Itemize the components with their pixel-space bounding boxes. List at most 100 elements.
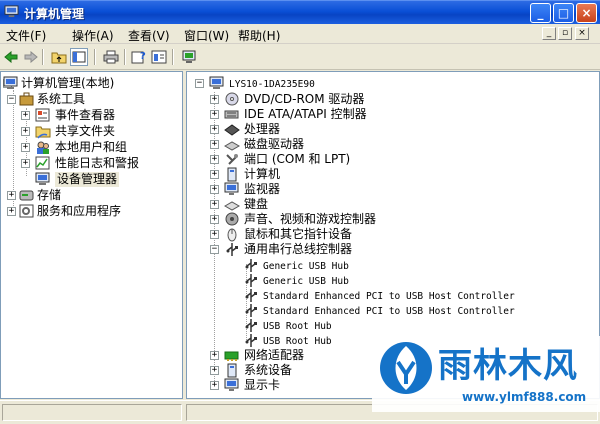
device-label: 端口 (COM 和 LPT) [244, 152, 351, 166]
system-device-icon [227, 363, 237, 378]
back-icon[interactable] [2, 48, 20, 66]
watermark: 雨林木风 www.ylmf888.com [372, 336, 600, 412]
tree-item-label: 存储 [37, 188, 62, 202]
speaker-icon [225, 212, 239, 226]
window-title: 计算机管理 [24, 7, 85, 21]
print-icon[interactable] [102, 48, 120, 66]
tree-item-label: 性能日志和警报 [55, 156, 140, 170]
dvd-drive-icon [225, 92, 239, 106]
display-adapter-icon [224, 378, 239, 391]
expand-toggle[interactable]: + [210, 170, 219, 179]
status-cell-left [2, 404, 182, 421]
expand-toggle[interactable]: + [210, 366, 219, 375]
tree-item-label: 本地用户和组 [55, 140, 128, 154]
collapse-toggle[interactable]: − [7, 95, 16, 104]
expand-toggle[interactable]: + [210, 125, 219, 134]
expand-toggle[interactable]: + [21, 159, 30, 168]
menu-help[interactable]: 帮助(H) [238, 27, 280, 44]
show-hide-tree-icon[interactable] [70, 48, 88, 66]
mdi-minimize-button[interactable]: _ [542, 27, 556, 40]
usb-icon [245, 304, 257, 317]
computer-icon [227, 167, 237, 182]
title-bar[interactable]: 计算机管理 _ □ × [0, 0, 600, 24]
tree-item-label: 计算机管理(本地) [21, 76, 115, 90]
expand-toggle[interactable]: + [21, 143, 30, 152]
computer-icon [209, 76, 224, 89]
tree-item-label: 系统工具 [37, 92, 86, 106]
expand-toggle[interactable]: + [7, 191, 16, 200]
watermark-brand: 雨林木风 [438, 346, 578, 386]
expand-toggle[interactable]: + [210, 215, 219, 224]
device-label: IDE ATA/ATAPI 控制器 [244, 107, 367, 121]
usb-icon [245, 319, 257, 332]
network-adapter-icon [224, 351, 239, 361]
port-icon [226, 154, 238, 165]
menu-window[interactable]: 窗口(W) [184, 27, 229, 44]
expand-toggle[interactable]: + [210, 110, 219, 119]
users-icon [37, 141, 49, 154]
device-manager-icon [35, 172, 50, 185]
expand-toggle[interactable]: + [210, 140, 219, 149]
services-icon [19, 204, 34, 218]
console-tree[interactable]: − 计算机管理(本地) − 系统工具 + 事件查看器 + 共享文件夹 + 本地用… [0, 71, 183, 399]
device-label: USB Root Hub [263, 336, 332, 347]
device-label: 计算机 [244, 167, 281, 181]
usb-icon [245, 259, 257, 272]
expand-toggle[interactable]: + [210, 230, 219, 239]
device-label: 网络适配器 [244, 348, 305, 362]
computer-management-icon [4, 5, 19, 18]
help-icon[interactable]: ? [130, 48, 148, 66]
device-label: Generic USB Hub [263, 261, 349, 272]
usb-icon [226, 243, 238, 256]
toolbar: ? [0, 45, 600, 70]
device-label: 键盘 [244, 197, 269, 211]
expand-toggle[interactable]: + [210, 155, 219, 164]
disk-drive-icon [224, 141, 240, 151]
update-driver-icon[interactable] [180, 48, 198, 66]
expand-toggle[interactable]: + [21, 127, 30, 136]
device-label: Generic USB Hub [263, 276, 349, 287]
device-label: Standard Enhanced PCI to USB Host Contro… [263, 306, 515, 317]
tree-item-label: 共享文件夹 [55, 124, 116, 138]
expand-toggle[interactable]: + [210, 185, 219, 194]
collapse-toggle[interactable]: − [210, 245, 219, 254]
tree-item-label: 设备管理器 [55, 172, 120, 187]
device-label: 显示卡 [244, 378, 281, 392]
expand-toggle[interactable]: + [210, 200, 219, 209]
up-folder-icon[interactable] [50, 48, 68, 66]
device-label: 处理器 [244, 122, 281, 136]
device-label: 鼠标和其它指针设备 [244, 227, 353, 241]
device-label: 声音、视频和游戏控制器 [244, 212, 377, 226]
usb-icon [245, 334, 257, 347]
toolbox-icon [19, 92, 34, 106]
collapse-toggle[interactable]: − [195, 79, 204, 88]
expand-toggle[interactable]: + [210, 351, 219, 360]
device-label: 监视器 [244, 182, 281, 196]
mdi-restore-button[interactable]: ▫ [558, 27, 572, 40]
menu-view[interactable]: 查看(V) [128, 27, 170, 44]
tree-item-label: 事件查看器 [55, 108, 116, 122]
properties-icon[interactable] [150, 48, 168, 66]
forward-icon[interactable] [22, 48, 40, 66]
mdi-close-button[interactable]: × [575, 27, 589, 40]
close-button[interactable]: × [576, 3, 597, 23]
device-label: USB Root Hub [263, 321, 332, 332]
ide-controller-icon [224, 110, 239, 119]
device-label: LYS10-1DA235E90 [229, 79, 315, 90]
minimize-button[interactable]: _ [530, 3, 551, 23]
expand-toggle[interactable]: + [21, 111, 30, 120]
expand-toggle[interactable]: + [210, 95, 219, 104]
expand-toggle[interactable]: + [210, 381, 219, 390]
maximize-button[interactable]: □ [553, 3, 574, 23]
keyboard-icon [224, 201, 240, 211]
menu-action[interactable]: 操作(A) [72, 27, 114, 44]
svg-text:?: ? [140, 51, 146, 62]
device-label: 通用串行总线控制器 [244, 242, 353, 256]
shared-folder-icon [35, 126, 51, 139]
device-label: 磁盘驱动器 [244, 137, 305, 151]
usb-icon [245, 274, 257, 287]
processor-icon [224, 124, 240, 136]
usb-icon [245, 289, 257, 302]
expand-toggle[interactable]: + [7, 207, 16, 216]
menu-file[interactable]: 文件(F) [6, 27, 46, 44]
